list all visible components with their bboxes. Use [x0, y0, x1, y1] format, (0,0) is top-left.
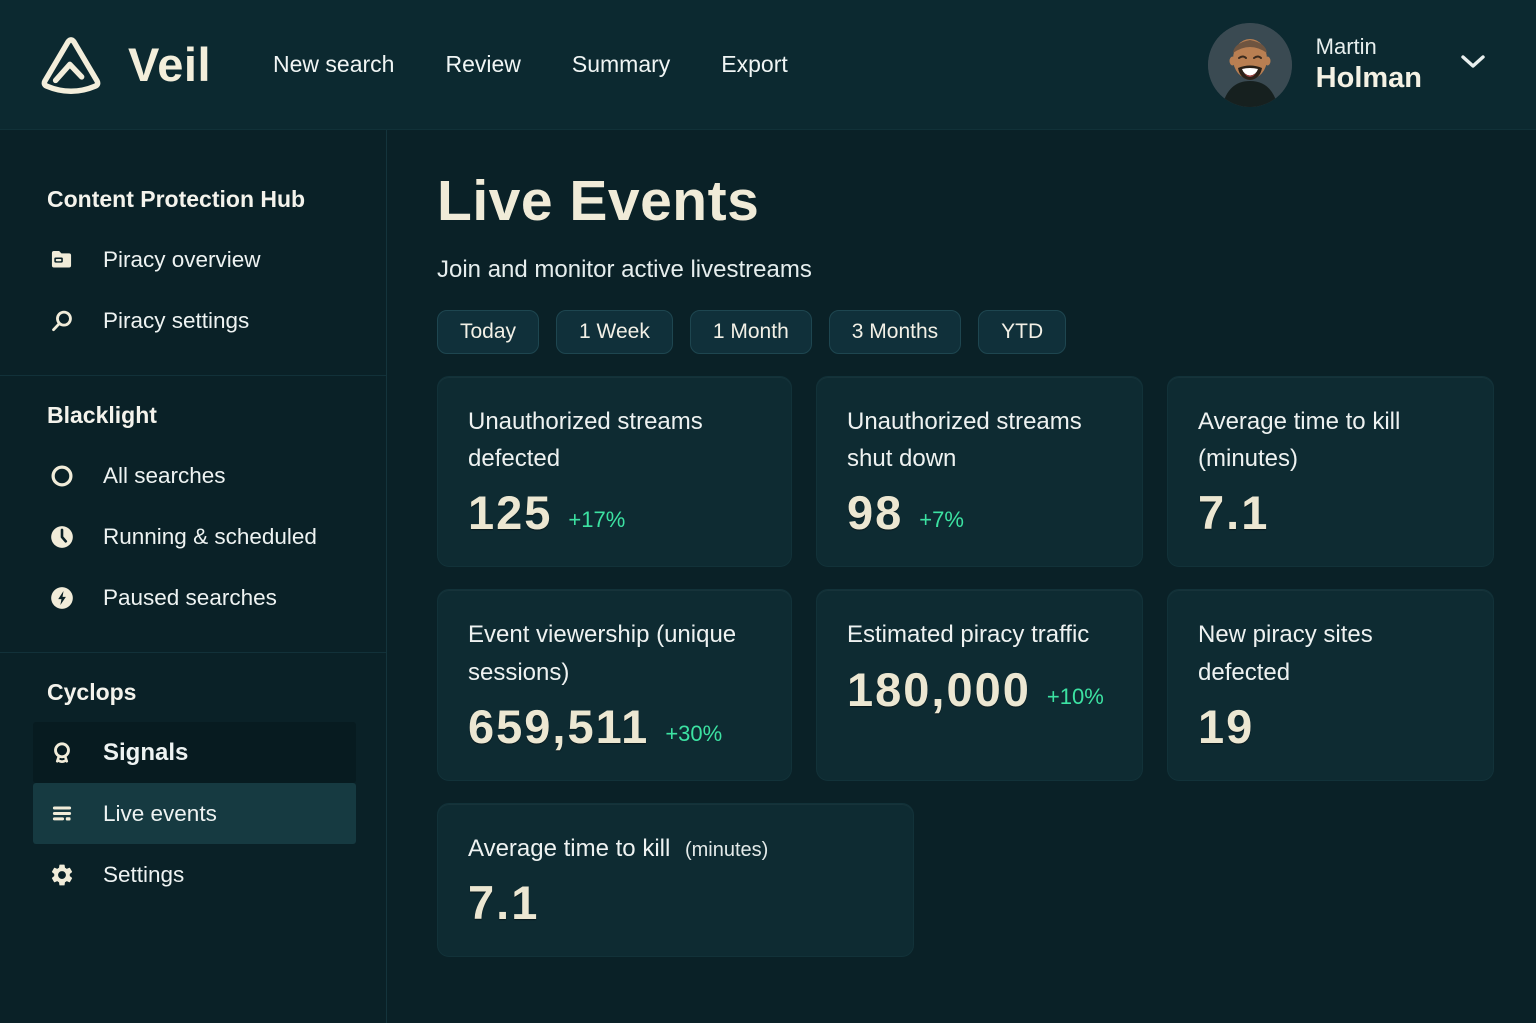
filter-1-week[interactable]: 1 Week — [556, 310, 673, 354]
metric-value: 19 — [1198, 699, 1254, 754]
page-subtitle: Join and monitor active livestreams — [437, 256, 1494, 284]
metric-value: 659,511 — [468, 699, 649, 754]
user-menu[interactable]: Martin Holman — [1208, 23, 1496, 107]
metric-label: Average time to kill (minutes) — [1198, 403, 1463, 477]
section-heading: Content Protection Hub — [0, 186, 386, 213]
main-content: Live Events Join and monitor active live… — [387, 130, 1536, 1023]
list-icon — [48, 800, 75, 827]
metric-cards-grid: Unauthorized streams defected 125 +17% U… — [437, 376, 1494, 781]
filter-ytd[interactable]: YTD — [978, 310, 1066, 354]
gear-icon — [48, 861, 75, 888]
clock-icon — [48, 523, 75, 550]
sidebar-item-piracy-settings[interactable]: Piracy settings — [33, 290, 356, 351]
metric-value: 180,000 — [847, 662, 1031, 717]
main-nav: New search Review Summary Export — [273, 51, 788, 78]
search-icon — [48, 307, 75, 334]
metric-delta: +10% — [1047, 684, 1104, 717]
metric-label: Unauthorized streams shut down — [847, 403, 1112, 477]
top-nav: Veil New search Review Summary Export — [0, 0, 1536, 130]
metric-delta: +30% — [665, 721, 722, 754]
metric-value: 7.1 — [468, 875, 539, 930]
user-last-name: Holman — [1316, 60, 1422, 96]
nav-item-export[interactable]: Export — [721, 51, 787, 78]
metric-card-estimated-piracy-traffic: Estimated piracy traffic 180,000 +10% — [816, 589, 1143, 780]
user-name: Martin Holman — [1316, 33, 1422, 97]
section-heading: Blacklight — [0, 402, 386, 429]
metric-card-average-time-to-kill-wide: Average time to kill (minutes) 7.1 — [437, 803, 914, 957]
nav-item-new-search[interactable]: New search — [273, 51, 394, 78]
sidebar-section-content-protection-hub: Content Protection Hub Piracy overview — [0, 186, 386, 371]
metric-delta: +17% — [568, 507, 625, 540]
metric-value: 7.1 — [1198, 485, 1269, 540]
sidebar-item-running-scheduled[interactable]: Running & scheduled — [33, 506, 356, 567]
sidebar-divider — [0, 375, 386, 376]
signals-icon — [48, 739, 75, 766]
metric-card-unauthorized-streams-shut-down: Unauthorized streams shut down 98 +7% — [816, 376, 1143, 567]
sidebar-item-signals[interactable]: Signals — [33, 722, 356, 783]
filter-1-month[interactable]: 1 Month — [690, 310, 812, 354]
sidebar: Content Protection Hub Piracy overview — [0, 130, 387, 1023]
metric-value: 98 — [847, 485, 903, 540]
sidebar-item-label: Paused searches — [103, 585, 277, 611]
sidebar-item-all-searches[interactable]: All searches — [33, 445, 356, 506]
sidebar-item-label: Signals — [103, 739, 188, 767]
metric-card-event-viewership: Event viewership (unique sessions) 659,5… — [437, 589, 792, 780]
metric-label: Estimated piracy traffic — [847, 616, 1112, 653]
sidebar-section-blacklight: Blacklight All searches Running & schedu… — [0, 402, 386, 648]
sidebar-section-cyclops: Cyclops Signals Live events — [0, 679, 386, 925]
sidebar-divider — [0, 652, 386, 653]
sidebar-item-label: Piracy overview — [103, 247, 261, 273]
section-heading: Cyclops — [0, 679, 386, 706]
metric-label: Average time to kill (minutes) — [468, 830, 883, 867]
metric-delta: +7% — [919, 507, 964, 540]
bottom-card-row: Average time to kill (minutes) 7.1 — [437, 803, 1494, 957]
sidebar-item-label: All searches — [103, 463, 226, 489]
chevron-down-icon — [1460, 54, 1486, 75]
sidebar-item-paused-searches[interactable]: Paused searches — [33, 567, 356, 628]
bolt-icon — [48, 584, 75, 611]
brand-logo[interactable]: Veil — [32, 33, 211, 97]
metric-card-unauthorized-streams-defected: Unauthorized streams defected 125 +17% — [437, 376, 792, 567]
folder-icon — [48, 246, 75, 273]
filter-today[interactable]: Today — [437, 310, 539, 354]
time-filter-group: Today 1 Week 1 Month 3 Months YTD — [437, 310, 1494, 354]
nav-item-summary[interactable]: Summary — [572, 51, 670, 78]
sidebar-item-label: Live events — [103, 801, 217, 827]
brand-name: Veil — [128, 37, 211, 92]
circle-icon — [48, 462, 75, 489]
sidebar-item-label: Running & scheduled — [103, 524, 317, 550]
sidebar-item-label: Settings — [103, 862, 184, 888]
metric-value: 125 — [468, 485, 552, 540]
nav-item-review[interactable]: Review — [445, 51, 520, 78]
metric-label: Unauthorized streams defected — [468, 403, 761, 477]
sidebar-item-label: Piracy settings — [103, 308, 249, 334]
veil-logo-icon — [32, 33, 110, 97]
metric-card-new-piracy-sites-defected: New piracy sites defected 19 — [1167, 589, 1494, 780]
metric-label-suffix: (minutes) — [685, 839, 768, 861]
sidebar-item-piracy-overview[interactable]: Piracy overview — [33, 229, 356, 290]
sidebar-item-settings[interactable]: Settings — [33, 844, 356, 905]
avatar — [1208, 23, 1292, 107]
metric-label-text: Average time to kill — [468, 835, 670, 862]
metric-label: New piracy sites defected — [1198, 616, 1463, 690]
metric-card-average-time-to-kill: Average time to kill (minutes) 7.1 — [1167, 376, 1494, 567]
filter-3-months[interactable]: 3 Months — [829, 310, 961, 354]
sidebar-item-live-events[interactable]: Live events — [33, 783, 356, 844]
metric-label: Event viewership (unique sessions) — [468, 616, 761, 690]
page-title: Live Events — [437, 168, 1494, 234]
user-first-name: Martin — [1316, 33, 1422, 61]
